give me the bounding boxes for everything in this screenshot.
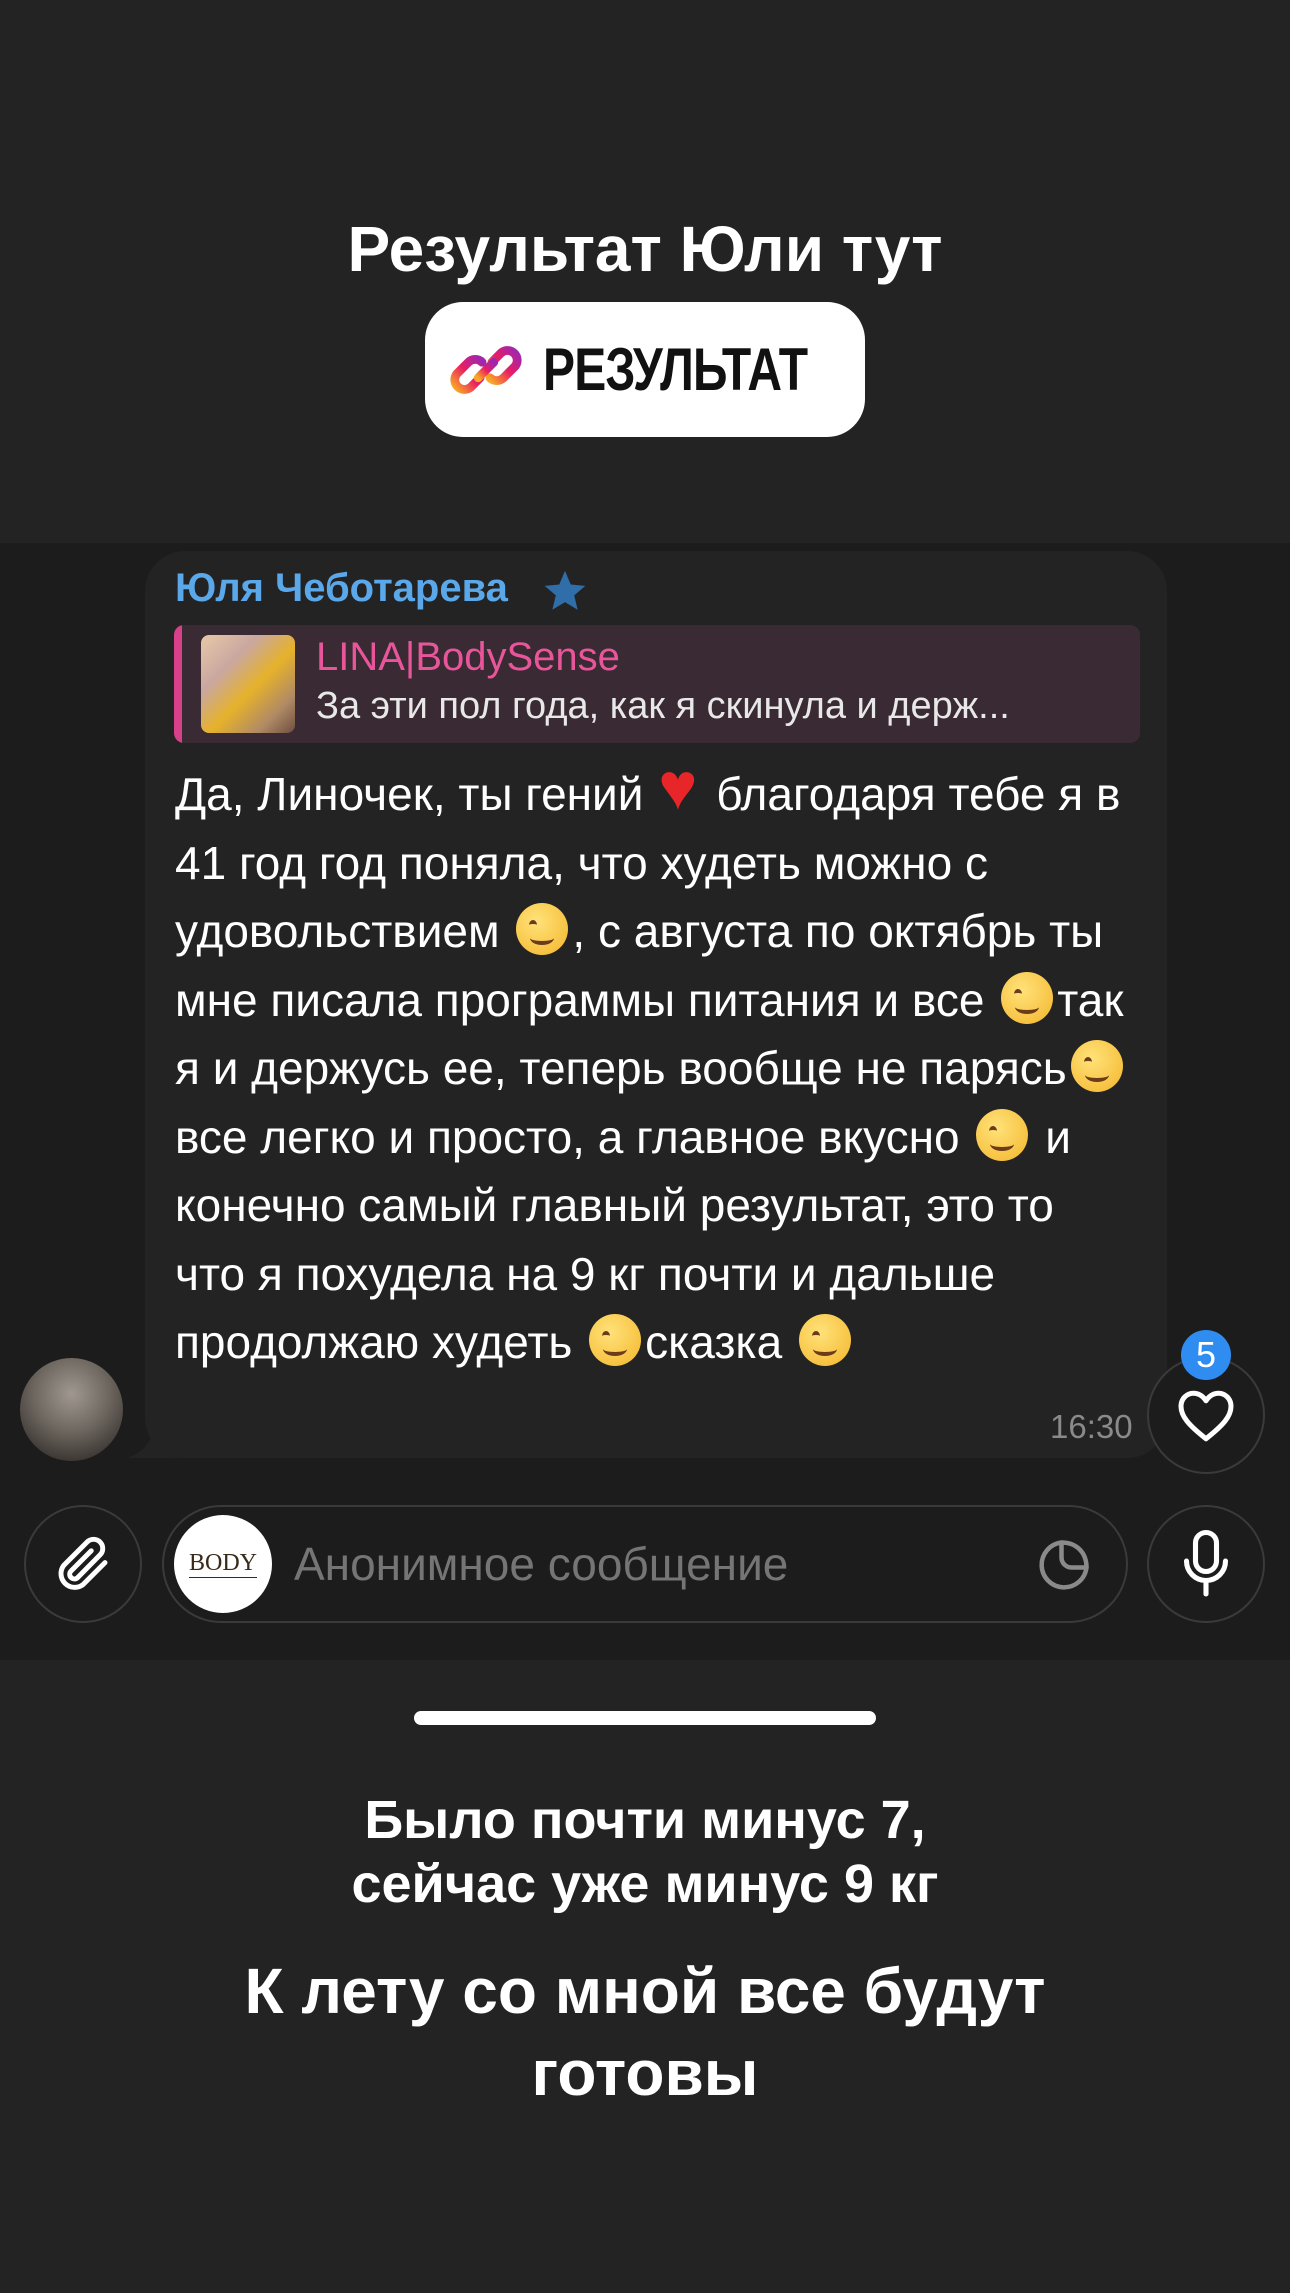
message-composer[interactable]: BODY xyxy=(162,1505,1128,1623)
reply-thumbnail xyxy=(201,635,295,733)
message-text: Да, Линочек, ты гений благодаря тебе я в… xyxy=(175,752,1135,1377)
link-icon xyxy=(450,345,522,394)
reply-snippet: За эти пол года, как я скинула и держ... xyxy=(316,685,1010,727)
message-input[interactable] xyxy=(294,1537,914,1591)
home-indicator xyxy=(414,1711,876,1725)
channel-avatar-logo: BODY xyxy=(188,1550,257,1578)
heart-icon xyxy=(1178,1390,1234,1442)
voice-record-button[interactable] xyxy=(1147,1505,1265,1623)
link-sticker[interactable]: РЕЗУЛЬТАТ xyxy=(425,302,865,437)
microphone-icon xyxy=(1183,1529,1229,1597)
smiling-face-with-hearts-icon xyxy=(798,1314,851,1366)
heart-eyes-face-icon xyxy=(589,1314,642,1366)
reply-quote[interactable]: LINA|BodySense За эти пол года, как я ск… xyxy=(174,625,1140,743)
reply-title: LINA|BodySense xyxy=(316,635,620,679)
smiling-face-icon xyxy=(1001,971,1054,1024)
sticker-icon[interactable] xyxy=(1034,1535,1094,1595)
hugging-face-icon xyxy=(516,903,569,955)
drooling-face-icon xyxy=(976,1108,1029,1161)
sender-name[interactable]: Юля Чеботарева xyxy=(175,566,508,611)
attach-button[interactable] xyxy=(24,1505,142,1623)
paperclip-icon xyxy=(58,1536,108,1590)
message-time: 16:30 xyxy=(1050,1408,1133,1445)
channel-avatar[interactable]: BODY xyxy=(174,1515,272,1613)
like-count-badge: 5 xyxy=(1181,1330,1231,1380)
red-heart-icon xyxy=(658,752,712,821)
star-icon xyxy=(544,570,586,610)
link-sticker-label: РЕЗУЛЬТАТ xyxy=(543,336,808,403)
sender-avatar[interactable] xyxy=(20,1358,123,1461)
story-caption-top: Было почти минус 7, сейчас уже минус 9 к… xyxy=(351,1790,939,1914)
story-headline: Результат Юли тут xyxy=(347,213,943,285)
story-caption-bottom: К лету со мной все будут готовы xyxy=(244,1955,1046,2109)
reply-accent-bar xyxy=(174,625,182,743)
smiling-face-icon xyxy=(1070,1040,1123,1092)
